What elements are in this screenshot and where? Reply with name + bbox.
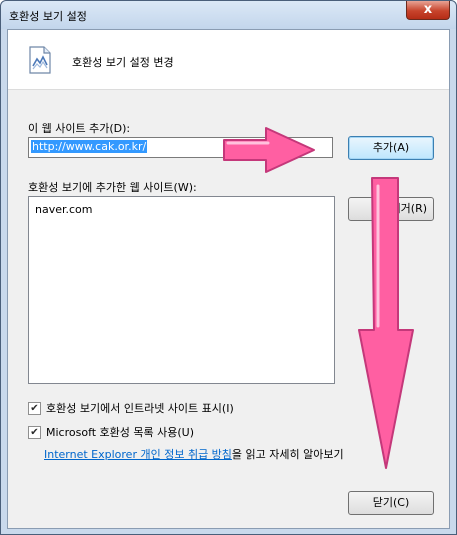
privacy-text: Internet Explorer 개인 정보 취급 방침을 읽고 자세히 알아… bbox=[44, 446, 344, 462]
close-window-button[interactable]: x bbox=[406, 1, 450, 20]
close-button[interactable]: 닫기(C) bbox=[348, 491, 434, 515]
close-icon: x bbox=[423, 2, 433, 17]
title-bar[interactable]: 호환성 보기 설정 x bbox=[1, 1, 456, 29]
dialog-header: 호환성 보기 설정 변경 bbox=[8, 30, 449, 90]
intranet-checkbox[interactable]: ✔ bbox=[28, 401, 41, 415]
header-title: 호환성 보기 설정 변경 bbox=[72, 56, 174, 69]
privacy-suffix: 을 읽고 자세히 알아보기 bbox=[231, 448, 344, 461]
add-site-input[interactable]: http://www.cak.or.kr/ bbox=[28, 137, 333, 158]
ms-list-option-label: Microsoft 호환성 목록 사용(U) bbox=[46, 426, 195, 439]
dialog-window: 호환성 보기 설정 x 호환성 보기 설정 변경 이 웹 사이트 추가(D): … bbox=[0, 0, 457, 535]
add-site-label: 이 웹 사이트 추가(D): bbox=[28, 122, 131, 135]
intranet-option-label: 호환성 보기에서 인트라넷 사이트 표시(I) bbox=[46, 402, 234, 415]
site-list[interactable]: naver.com bbox=[28, 196, 335, 384]
remove-button[interactable]: 제거(R) bbox=[348, 197, 434, 221]
add-site-input-value: http://www.cak.or.kr/ bbox=[31, 140, 148, 153]
intranet-option[interactable]: ✔ 호환성 보기에서 인트라넷 사이트 표시(I) bbox=[28, 400, 234, 416]
ms-list-checkbox[interactable]: ✔ bbox=[28, 425, 41, 439]
remove-button-label: 제거(R) bbox=[390, 202, 427, 215]
site-list-label: 호환성 보기에 추가한 웹 사이트(W): bbox=[28, 181, 197, 194]
ms-list-option[interactable]: ✔ Microsoft 호환성 목록 사용(U) bbox=[28, 424, 194, 440]
dialog-body: 호환성 보기 설정 변경 이 웹 사이트 추가(D): http://www.c… bbox=[7, 29, 450, 529]
add-button[interactable]: 추가(A) bbox=[348, 136, 434, 160]
list-item[interactable]: naver.com bbox=[35, 203, 93, 216]
privacy-link[interactable]: Internet Explorer 개인 정보 취급 방침 bbox=[44, 448, 232, 461]
compatibility-page-icon bbox=[28, 46, 52, 77]
window-title: 호환성 보기 설정 bbox=[9, 10, 87, 23]
